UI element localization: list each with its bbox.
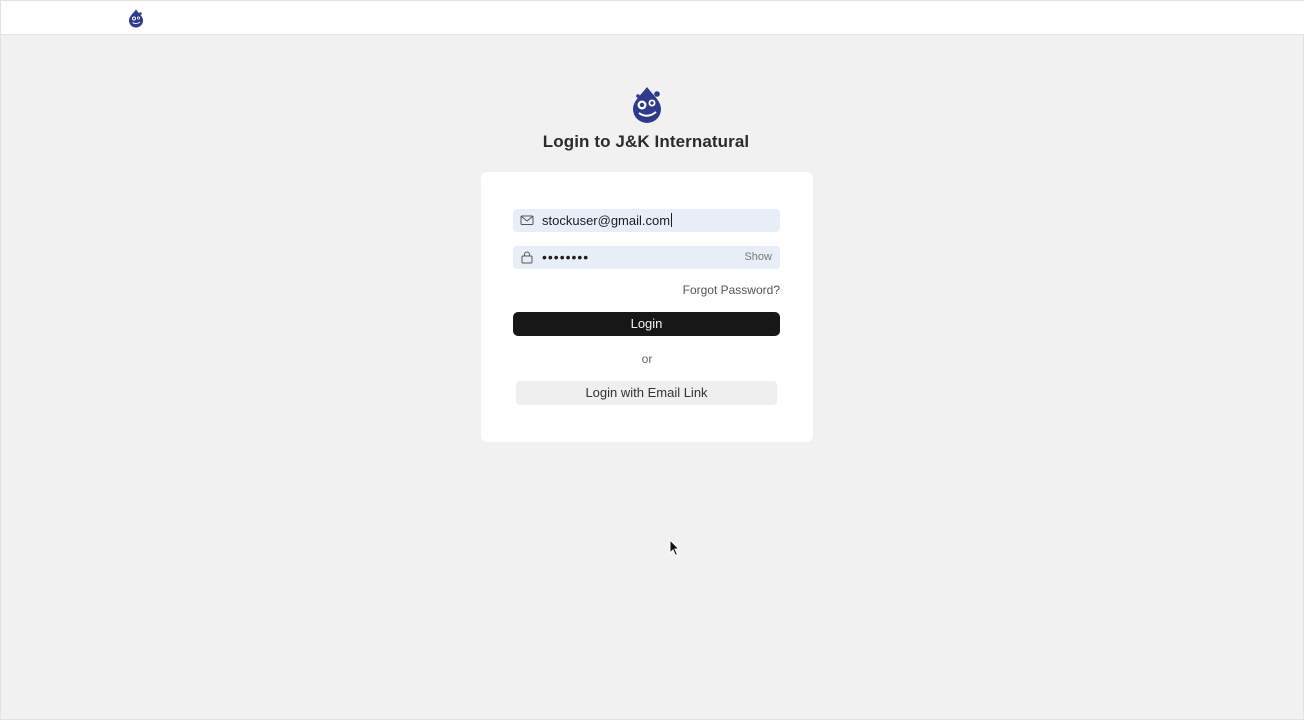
password-field[interactable]: •••••••• Show <box>513 246 780 269</box>
lock-icon <box>521 251 533 264</box>
brand-logo-icon <box>633 87 661 123</box>
text-caret <box>671 213 673 227</box>
email-field[interactable]: stockuser@gmail.com <box>513 209 780 232</box>
forgot-password-link[interactable]: Forgot Password? <box>683 283 780 297</box>
top-navbar <box>1 1 1304 35</box>
or-divider: or <box>641 352 653 366</box>
password-masked-value: •••••••• <box>542 249 590 265</box>
mouse-pointer-icon <box>669 539 681 557</box>
page-title: Login to J&K Internatural <box>542 132 750 151</box>
login-with-email-link-button[interactable]: Login with Email Link <box>516 381 777 405</box>
app-window: Login to J&K Internatural stockuser@gmai… <box>0 0 1304 720</box>
show-password-toggle[interactable]: Show <box>744 251 772 263</box>
login-button[interactable]: Login <box>513 312 780 336</box>
login-card: stockuser@gmail.com •••••••• Show Forgot… <box>481 172 813 442</box>
brand-logo-icon[interactable] <box>127 8 145 28</box>
email-value: stockuser@gmail.com <box>542 213 671 228</box>
mail-icon <box>520 215 534 225</box>
email-value-wrap: stockuser@gmail.com <box>542 213 673 228</box>
